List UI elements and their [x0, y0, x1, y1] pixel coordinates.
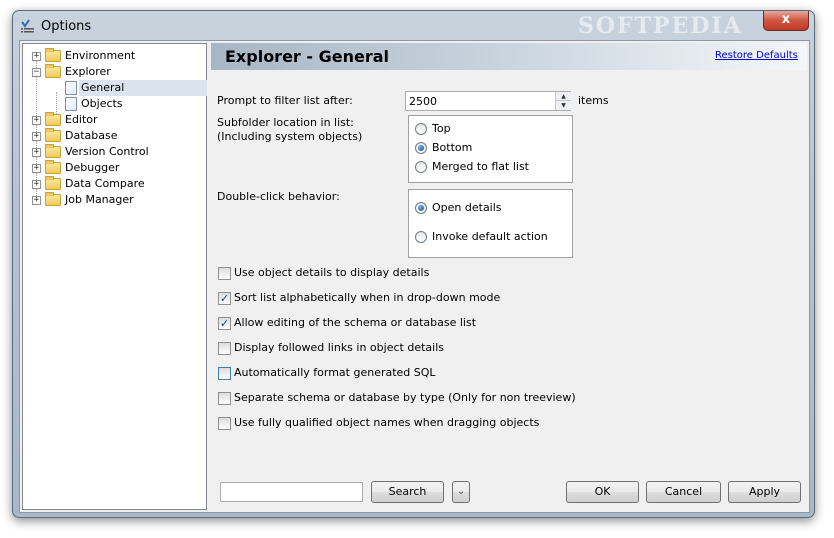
tree-item-label: Version Control: [65, 145, 149, 158]
expand-icon[interactable]: +: [32, 180, 41, 189]
tree-item-label: Debugger: [65, 161, 120, 174]
checkbox[interactable]: [218, 367, 231, 380]
tree-item-label: Editor: [65, 113, 98, 126]
cancel-button[interactable]: Cancel: [646, 481, 721, 503]
checkmark-icon[interactable]: ✓: [218, 317, 231, 330]
tree-item-label: Environment: [65, 49, 136, 62]
spin-up-icon[interactable]: ▲: [556, 92, 571, 101]
restore-defaults-link[interactable]: Restore Defaults: [715, 50, 798, 61]
ok-button[interactable]: OK: [566, 481, 639, 503]
subfolder-options-group: Top Bottom Merged to flat list: [408, 115, 573, 183]
options-window: Options SOFTPEDIA x + Environment − Expl…: [12, 10, 815, 518]
tree-item-label: Database: [65, 129, 118, 142]
subfolder-label: Subfolder location in list:: [217, 116, 354, 129]
tree-item-explorer[interactable]: − Explorer: [23, 64, 203, 80]
checkbox[interactable]: [218, 392, 231, 405]
double-click-label: Double-click behavior:: [217, 190, 340, 203]
radio-button[interactable]: [415, 123, 427, 135]
tree-item-version-control[interactable]: + Version Control: [23, 144, 203, 160]
collapse-icon[interactable]: −: [32, 68, 41, 77]
radio-label: Bottom: [432, 141, 473, 154]
tree-item-editor[interactable]: + Editor: [23, 112, 203, 128]
tree-item-debugger[interactable]: + Debugger: [23, 160, 203, 176]
radio-label: Merged to flat list: [432, 160, 529, 173]
radio-button[interactable]: [415, 142, 427, 154]
search-input[interactable]: [220, 482, 363, 502]
page-icon: [65, 97, 77, 111]
expand-icon[interactable]: +: [32, 148, 41, 157]
radio-button[interactable]: [415, 231, 427, 243]
expand-icon[interactable]: +: [32, 116, 41, 125]
expand-icon[interactable]: +: [32, 132, 41, 141]
watermark-text: SOFTPEDIA: [578, 13, 743, 39]
tree-item-objects[interactable]: Objects: [23, 96, 203, 112]
folder-icon: [45, 144, 61, 158]
checkbox-label: Separate schema or database by type (Onl…: [234, 391, 576, 404]
settings-panel: Explorer - General Restore Defaults Prom…: [211, 43, 807, 510]
folder-icon: [45, 48, 61, 62]
tree-item-label: Job Manager: [65, 193, 134, 206]
checkbox[interactable]: [218, 342, 231, 355]
checkbox[interactable]: [218, 417, 231, 430]
checkbox[interactable]: [218, 267, 231, 280]
double-click-options-group: Open details Invoke default action: [408, 189, 573, 258]
checkbox-label: Use object details to display details: [234, 266, 430, 279]
options-tree[interactable]: + Environment − Explorer General Objects…: [22, 43, 207, 510]
search-button[interactable]: Search: [371, 481, 444, 503]
options-app-icon: [21, 19, 34, 33]
folder-icon: [45, 128, 61, 142]
checkbox-label: Allow editing of the schema or database …: [234, 316, 477, 329]
page-icon: [65, 81, 77, 95]
folder-icon: [45, 160, 61, 174]
radio-button[interactable]: [415, 161, 427, 173]
checkmark-icon[interactable]: ✓: [218, 292, 231, 305]
checkbox-label: Display followed links in object details: [234, 341, 444, 354]
close-button[interactable]: x: [763, 11, 809, 31]
window-title: Options: [41, 19, 92, 34]
radio-label: Invoke default action: [432, 230, 548, 243]
checkbox-label: Automatically format generated SQL: [234, 366, 436, 379]
expand-icon[interactable]: +: [32, 164, 41, 173]
apply-button[interactable]: Apply: [728, 481, 801, 503]
chevron-down-icon[interactable]: ⌄: [452, 481, 470, 503]
folder-icon: [45, 112, 61, 126]
prompt-unit-label: items: [578, 94, 609, 107]
tree-item-label: Objects: [81, 97, 123, 110]
tree-item-label: General: [79, 80, 207, 96]
folder-icon: [45, 192, 61, 206]
prompt-filter-value[interactable]: 2500: [409, 95, 437, 108]
tree-item-label: Data Compare: [65, 177, 145, 190]
title-bar[interactable]: Options SOFTPEDIA x: [13, 11, 814, 41]
subfolder-sublabel: (Including system objects): [217, 130, 363, 143]
expand-icon[interactable]: +: [32, 196, 41, 205]
tree-item-job-manager[interactable]: + Job Manager: [23, 192, 203, 208]
prompt-filter-spinbox[interactable]: 2500 ▲ ▼: [405, 91, 571, 111]
tree-item-database[interactable]: + Database: [23, 128, 203, 144]
spin-buttons: ▲ ▼: [555, 92, 571, 110]
tree-item-data-compare[interactable]: + Data Compare: [23, 176, 203, 192]
panel-title: Explorer - General: [225, 47, 389, 66]
tree-item-label: Explorer: [65, 65, 111, 78]
open-folder-icon: [45, 64, 61, 78]
tree-item-environment[interactable]: + Environment: [23, 48, 203, 64]
checkbox-label: Sort list alphabetically when in drop-do…: [234, 291, 501, 304]
spin-down-icon[interactable]: ▼: [556, 101, 571, 110]
radio-button[interactable]: [415, 202, 427, 214]
prompt-filter-label: Prompt to filter list after:: [217, 94, 353, 107]
tree-item-general[interactable]: General: [23, 80, 207, 96]
checkbox-label: Use fully qualified object names when dr…: [234, 416, 540, 429]
dialog-client: + Environment − Explorer General Objects…: [19, 40, 810, 513]
expand-icon[interactable]: +: [32, 52, 41, 61]
radio-label: Open details: [432, 201, 502, 214]
panel-header: Explorer - General Restore Defaults: [211, 43, 807, 70]
folder-icon: [45, 176, 61, 190]
radio-label: Top: [432, 122, 451, 135]
